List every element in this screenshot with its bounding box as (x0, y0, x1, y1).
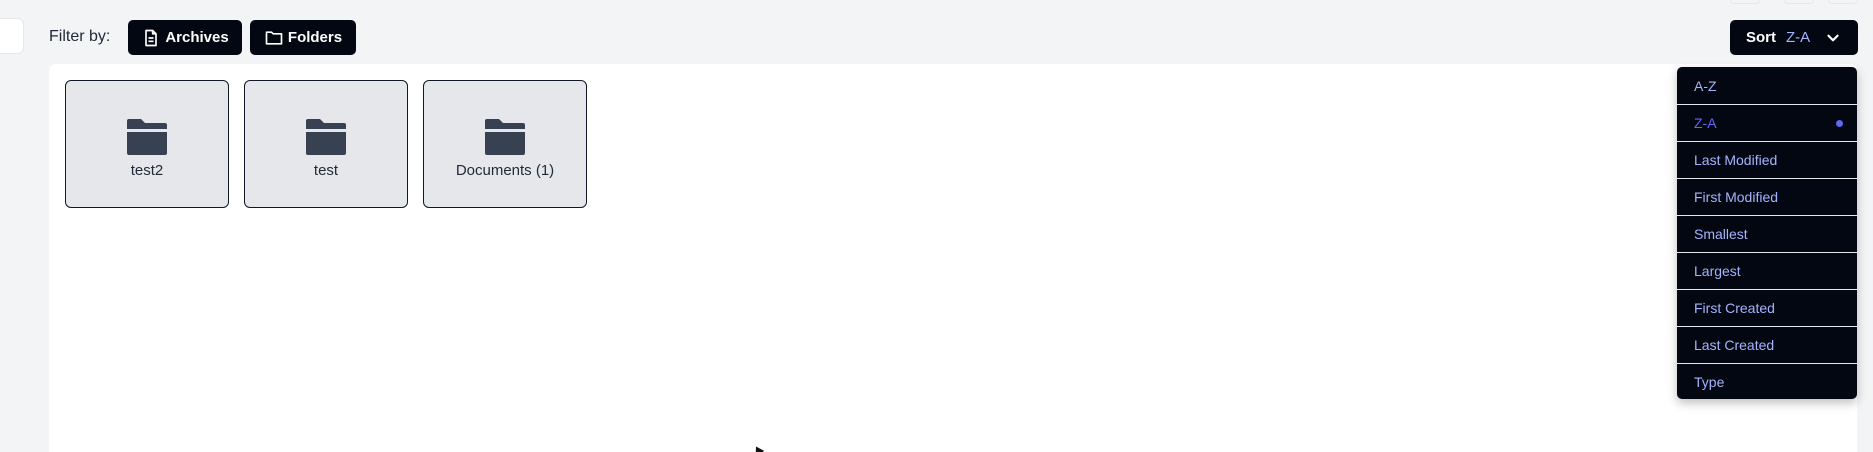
sort-option-first-created[interactable]: First Created (1677, 289, 1857, 326)
sort-option-label: Largest (1694, 263, 1741, 279)
sort-option-label: Last Modified (1694, 152, 1778, 168)
sort-option-last-modified[interactable]: Last Modified (1677, 141, 1857, 178)
folder-card[interactable]: Documents (1) (423, 80, 587, 208)
selected-indicator-icon (1836, 120, 1843, 127)
chevron-down-icon (1827, 34, 1839, 41)
sort-option-a-z[interactable]: A-Z (1677, 67, 1857, 104)
file-browser-page: Filter by: Archives Folders Sort Z-A tes… (0, 0, 1873, 452)
sort-dropdown-menu: A-Z Z-A Last Modified First Modified Sma… (1677, 67, 1857, 399)
folder-card[interactable]: test2 (65, 80, 229, 208)
sort-option-type[interactable]: Type (1677, 363, 1857, 399)
sort-option-largest[interactable]: Largest (1677, 252, 1857, 289)
sort-option-label: A-Z (1694, 77, 1717, 94)
toolbar-icon-stub[interactable] (1784, 0, 1814, 4)
folder-name: test (313, 161, 339, 179)
folder-name: Documents (1) (455, 161, 555, 179)
sort-label: Sort (1746, 29, 1776, 46)
sidebar-edge (0, 18, 24, 54)
folders-filter-button[interactable]: Folders (250, 20, 356, 55)
document-icon (145, 29, 158, 46)
sort-option-smallest[interactable]: Smallest (1677, 215, 1857, 252)
sort-option-z-a[interactable]: Z-A (1677, 104, 1857, 141)
sort-option-label: Smallest (1694, 226, 1748, 242)
sort-option-label: Last Created (1694, 337, 1775, 353)
sort-button[interactable]: Sort Z-A (1730, 20, 1858, 55)
sort-option-label: Z-A (1694, 115, 1717, 131)
sort-option-first-modified[interactable]: First Modified (1677, 178, 1857, 215)
filter-label: Filter by: (49, 28, 111, 45)
folder-name: test2 (130, 161, 164, 179)
sort-option-label: First Created (1694, 300, 1775, 316)
sort-option-label: First Modified (1694, 189, 1779, 205)
toolbar-icon-stub[interactable] (1828, 0, 1858, 4)
archives-filter-label: Archives (165, 29, 229, 46)
folder-icon (127, 118, 167, 155)
folder-card[interactable]: test (244, 80, 408, 208)
toolbar-icon-stub[interactable] (1730, 0, 1760, 4)
folder-outline-icon (265, 30, 283, 45)
sort-option-label: Type (1694, 374, 1725, 390)
archives-filter-button[interactable]: Archives (128, 20, 242, 55)
folders-filter-label: Folders (287, 29, 343, 46)
folder-icon (306, 118, 346, 155)
sort-option-last-created[interactable]: Last Created (1677, 326, 1857, 363)
folder-icon (485, 118, 525, 155)
sort-current-value: Z-A (1786, 29, 1811, 46)
